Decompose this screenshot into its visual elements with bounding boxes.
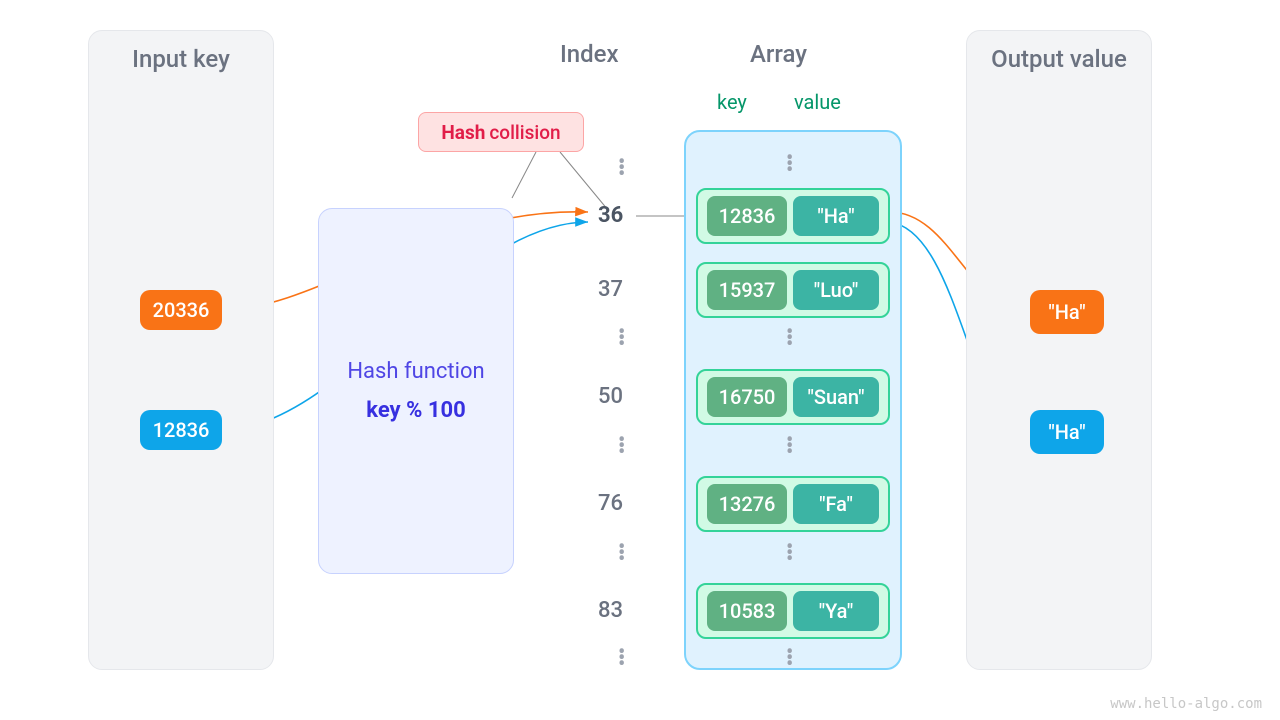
bucket-key: 16750 <box>707 377 787 417</box>
input-panel-title: Input key <box>89 31 273 73</box>
index-76: 76 <box>598 491 623 516</box>
ellipsis-icon: ••• <box>786 156 793 174</box>
bucket-key: 15937 <box>707 270 787 310</box>
output-value-2: "Ha" <box>1030 410 1104 454</box>
hash-collision-label: Hash collision <box>418 112 584 152</box>
bucket-key: 13276 <box>707 484 787 524</box>
bucket-val: "Ya" <box>793 591 879 631</box>
value-label: value <box>794 90 841 114</box>
hash-function-box: Hash function key % 100 <box>318 208 514 574</box>
hash-function-expr: key % 100 <box>366 398 465 423</box>
bucket-val: "Ha" <box>793 196 879 236</box>
bucket-val: "Fa" <box>793 484 879 524</box>
key-label: key <box>717 90 747 114</box>
watermark: www.hello-algo.com <box>1110 696 1262 712</box>
bucket-key: 10583 <box>707 591 787 631</box>
ellipsis-icon: ••• <box>618 160 625 178</box>
bucket-76: 13276 "Fa" <box>696 476 890 532</box>
output-panel-title: Output value <box>967 31 1151 73</box>
index-column-title: Index <box>560 40 619 68</box>
ellipsis-icon: ••• <box>618 545 625 563</box>
input-panel: Input key <box>88 30 274 670</box>
bucket-50: 16750 "Suan" <box>696 369 890 425</box>
bucket-83: 10583 "Ya" <box>696 583 890 639</box>
collision-bold: Hash <box>441 121 485 144</box>
bucket-36: 12836 "Ha" <box>696 188 890 244</box>
hash-function-title: Hash function <box>347 359 484 384</box>
ellipsis-icon: ••• <box>618 330 625 348</box>
bucket-val: "Suan" <box>793 377 879 417</box>
bucket-key: 12836 <box>707 196 787 236</box>
ellipsis-icon: ••• <box>786 545 793 563</box>
input-key-12836: 12836 <box>140 410 222 450</box>
ellipsis-icon: ••• <box>786 438 793 456</box>
collision-rest: collision <box>489 121 560 144</box>
ellipsis-icon: ••• <box>786 650 793 668</box>
index-83: 83 <box>598 598 623 623</box>
ellipsis-icon: ••• <box>618 438 625 456</box>
output-value-1: "Ha" <box>1030 290 1104 334</box>
index-50: 50 <box>598 384 623 409</box>
index-37: 37 <box>598 277 623 302</box>
array-column-title: Array <box>750 40 807 68</box>
ellipsis-icon: ••• <box>618 650 625 668</box>
input-key-20336: 20336 <box>140 290 222 330</box>
ellipsis-icon: ••• <box>786 330 793 348</box>
bucket-37: 15937 "Luo" <box>696 262 890 318</box>
output-panel: Output value <box>966 30 1152 670</box>
index-36: 36 <box>598 203 623 228</box>
bucket-val: "Luo" <box>793 270 879 310</box>
